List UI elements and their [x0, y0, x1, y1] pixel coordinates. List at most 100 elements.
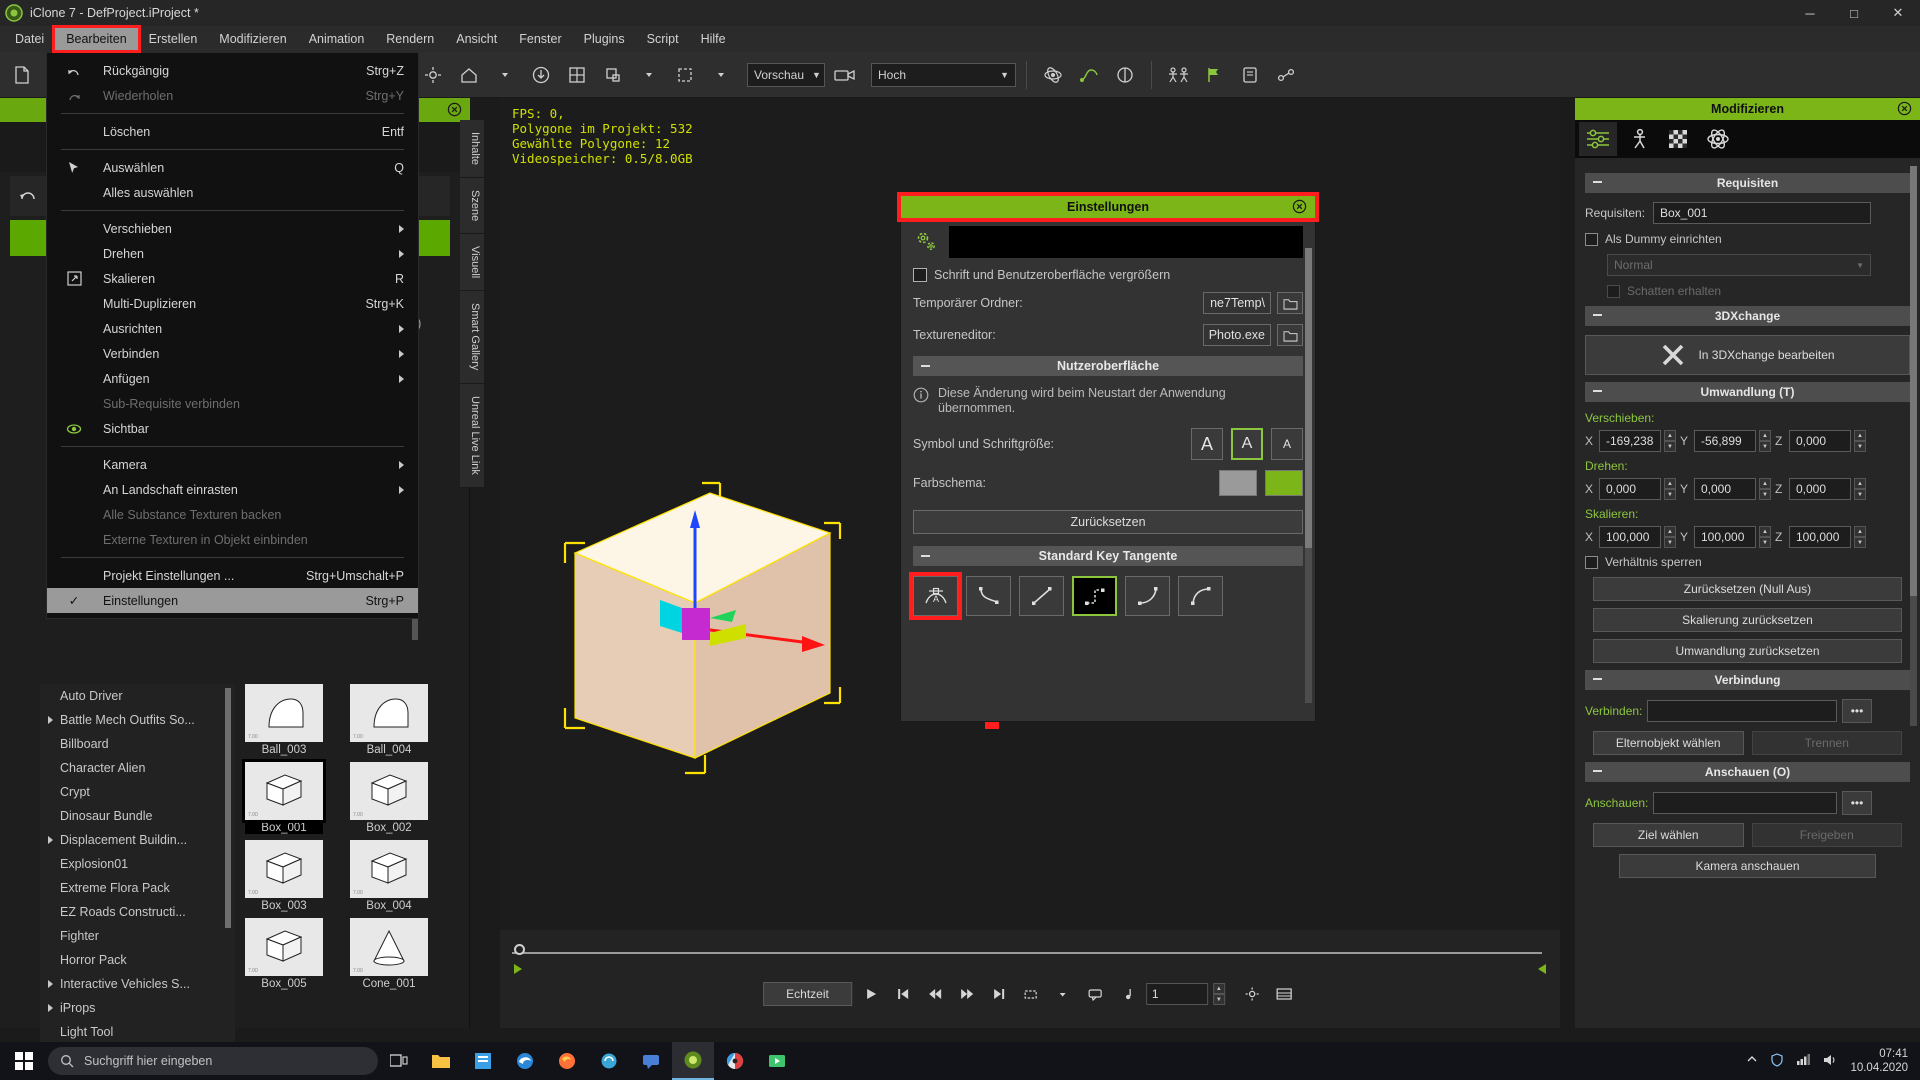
- scale-x-stepper[interactable]: ▲ ▼: [1664, 526, 1676, 548]
- chevron-down-icon[interactable]: [489, 59, 521, 91]
- asset-thumbnail[interactable]: 7.00: [350, 684, 428, 742]
- asset-item[interactable]: 7.00 Cone_001: [350, 918, 428, 990]
- stepper-down[interactable]: ▼: [1759, 441, 1771, 452]
- color-swatch-1[interactable]: [1265, 470, 1303, 496]
- look-camera-button[interactable]: Kamera anschauen: [1619, 854, 1876, 878]
- stepper-up[interactable]: ▲: [1759, 526, 1771, 537]
- move-y-stepper[interactable]: ▲ ▼: [1759, 430, 1771, 452]
- stepper-down[interactable]: ▼: [1759, 537, 1771, 548]
- color-swatch-0[interactable]: [1219, 470, 1257, 496]
- dummy-row[interactable]: Als Dummy einrichten: [1585, 232, 1910, 246]
- transform-icon[interactable]: [597, 59, 629, 91]
- stepper-down[interactable]: ▼: [1664, 441, 1676, 452]
- edit-menu-item-ausw-hlen[interactable]: Auswählen Q: [47, 155, 418, 180]
- minimize-button[interactable]: ─: [1788, 0, 1832, 26]
- section-look[interactable]: Anschauen (O): [1585, 762, 1910, 782]
- asset-tree-item[interactable]: Extreme Flora Pack: [40, 876, 235, 900]
- render-mode-select[interactable]: Vorschau ▼: [747, 62, 825, 87]
- asset-tree-item[interactable]: Dinosaur Bundle: [40, 804, 235, 828]
- asset-item[interactable]: 7.00 Ball_003: [245, 684, 323, 756]
- import-icon[interactable]: [525, 59, 557, 91]
- chevron-right-icon[interactable]: [48, 836, 53, 844]
- timeline-track[interactable]: [512, 952, 1542, 954]
- enlarge-ui-checkbox[interactable]: [913, 268, 927, 282]
- asset-item[interactable]: 7.00 Box_003: [245, 840, 323, 912]
- asset-thumbnail[interactable]: 7.00: [350, 762, 428, 820]
- light-icon[interactable]: [417, 59, 449, 91]
- edit-3dxchange-button[interactable]: In 3DXchange bearbeiten: [1585, 335, 1910, 375]
- reset-button[interactable]: Zurücksetzen: [913, 510, 1303, 534]
- firefox-icon[interactable]: [546, 1042, 588, 1080]
- panel-tab-inhalte[interactable]: Inhalte: [460, 120, 484, 179]
- temp-folder-input[interactable]: ne7Temp\: [1203, 292, 1271, 314]
- settings-icon[interactable]: [1239, 982, 1265, 1006]
- reset-null-button[interactable]: Zurücksetzen (Null Aus): [1593, 577, 1902, 601]
- edit-menu-item-drehen[interactable]: Drehen: [47, 241, 418, 266]
- edit-menu-item-r-ckg-ngig[interactable]: Rückgängig Strg+Z: [47, 58, 418, 83]
- asset-item[interactable]: 7.00 Ball_004: [350, 684, 428, 756]
- asset-thumbnail[interactable]: 7.00: [350, 918, 428, 976]
- move-y-input[interactable]: -56,899: [1694, 430, 1756, 452]
- asset-thumbnail[interactable]: 7.00: [245, 840, 323, 898]
- reset-transform-button[interactable]: Umwandlung zurücksetzen: [1593, 639, 1902, 663]
- explorer-icon[interactable]: [420, 1042, 462, 1080]
- asset-tree-item[interactable]: EZ Roads Constructi...: [40, 900, 235, 924]
- folder-browse-icon[interactable]: [1277, 292, 1303, 314]
- device-icon[interactable]: [1234, 59, 1266, 91]
- frame-stepper[interactable]: ▲ ▼: [1212, 983, 1225, 1005]
- timeline-playhead[interactable]: [514, 944, 525, 955]
- menu-item-datei[interactable]: Datei: [4, 28, 55, 50]
- asset-item[interactable]: 7.00 Box_005: [245, 918, 323, 990]
- edit-menu-item-sichtbar[interactable]: Sichtbar: [47, 416, 418, 441]
- stepper-down[interactable]: ▼: [1854, 489, 1866, 500]
- stepper-down[interactable]: ▼: [1212, 994, 1225, 1005]
- asset-tree-item[interactable]: Light Tool: [40, 1020, 235, 1044]
- font-size-medium-button[interactable]: A: [1231, 428, 1263, 460]
- move-x-stepper[interactable]: ▲ ▼: [1664, 430, 1676, 452]
- edit-menu-item-verschieben[interactable]: Verschieben: [47, 216, 418, 241]
- timeline-range-end[interactable]: [1538, 964, 1546, 974]
- quality-select[interactable]: Hoch ▼: [871, 62, 1016, 87]
- edit-menu-item-multi-duplizieren[interactable]: Multi-Duplizieren Strg+K: [47, 291, 418, 316]
- edit-menu-item-ausrichten[interactable]: Ausrichten: [47, 316, 418, 341]
- ui-section-header[interactable]: Nutzeroberfläche: [913, 356, 1303, 376]
- chat-icon[interactable]: [630, 1042, 672, 1080]
- menu-item-ansicht[interactable]: Ansicht: [445, 28, 508, 50]
- section-transform[interactable]: Umwandlung (T): [1585, 382, 1910, 402]
- rotate-x-stepper[interactable]: ▲ ▼: [1664, 478, 1676, 500]
- lock-ratio-row[interactable]: Verhältnis sperren: [1585, 555, 1910, 569]
- edit-menu-item-einstellungen[interactable]: ✓ Einstellungen Strg+P: [47, 588, 418, 613]
- stepper-up[interactable]: ▲: [1759, 430, 1771, 441]
- camera-icon[interactable]: [829, 59, 861, 91]
- panel-tab-szene[interactable]: Szene: [460, 178, 484, 235]
- frame-input[interactable]: 1: [1145, 983, 1208, 1005]
- stepper-up[interactable]: ▲: [1212, 983, 1225, 994]
- stepper-up[interactable]: ▲: [1854, 430, 1866, 441]
- move-z-stepper[interactable]: ▲ ▼: [1854, 430, 1866, 452]
- new-project-icon[interactable]: [6, 59, 38, 91]
- asset-thumbnail[interactable]: 7.00: [242, 759, 326, 823]
- timeline-range-start[interactable]: [514, 964, 522, 974]
- chevron-down-icon[interactable]: [705, 59, 737, 91]
- menu-item-script[interactable]: Script: [636, 28, 690, 50]
- ease-tangent-icon[interactable]: [966, 576, 1011, 616]
- stepper-up[interactable]: ▲: [1664, 430, 1676, 441]
- close-button[interactable]: ✕: [1876, 0, 1920, 26]
- stepper-up[interactable]: ▲: [1854, 478, 1866, 489]
- flag-icon[interactable]: [1198, 59, 1230, 91]
- folder-browse-icon[interactable]: [1277, 324, 1303, 346]
- section-props[interactable]: Requisiten: [1585, 173, 1910, 193]
- menu-item-erstellen[interactable]: Erstellen: [138, 28, 209, 50]
- back-arrow-icon[interactable]: [18, 186, 38, 206]
- stepper-up[interactable]: ▲: [1759, 478, 1771, 489]
- edit-menu-item-anf-gen[interactable]: Anfügen: [47, 366, 418, 391]
- linear-tangent-icon[interactable]: [1019, 576, 1064, 616]
- taskbar-clock[interactable]: 07:41 10.04.2020: [1850, 1047, 1908, 1075]
- section-3dxchange[interactable]: 3DXchange: [1585, 306, 1910, 326]
- note-icon[interactable]: [1114, 982, 1140, 1006]
- link-browse-button[interactable]: •••: [1842, 699, 1872, 723]
- lock-ratio-checkbox[interactable]: [1585, 555, 1598, 569]
- tab-motion[interactable]: [1619, 122, 1657, 156]
- asset-tree-item[interactable]: Horror Pack: [40, 948, 235, 972]
- close-circle-icon[interactable]: [1897, 101, 1912, 116]
